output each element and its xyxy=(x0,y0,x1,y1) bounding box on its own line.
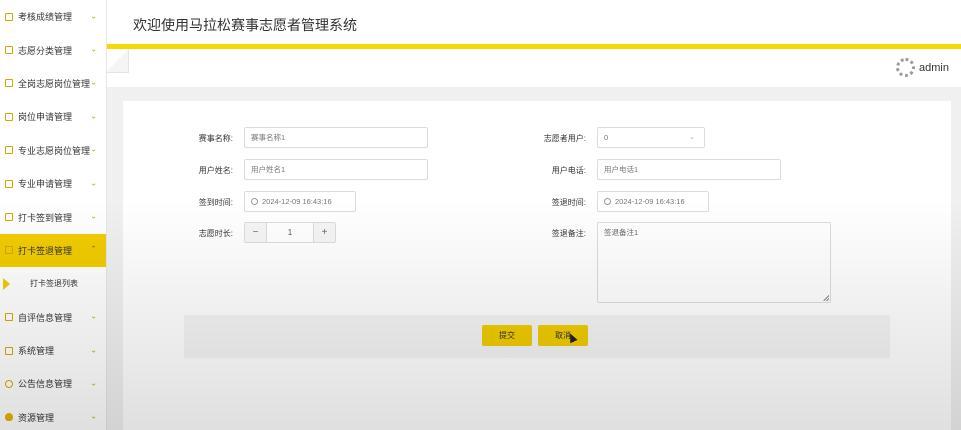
document-icon xyxy=(5,313,13,322)
cancel-button[interactable]: 取消 xyxy=(538,325,588,346)
top-header: 欢迎使用马拉松赛事志愿者管理系统 xyxy=(107,0,961,44)
sidebar-item-checkin[interactable]: 打卡签到管理 ⌄ xyxy=(0,200,106,233)
checkout-remark-textarea[interactable]: 签退备注1 xyxy=(597,222,831,303)
checkin-time-picker[interactable]: 2024-12-09 16:43:16 xyxy=(244,191,356,212)
volunteer-hours-label: 志愿时长: xyxy=(198,229,233,238)
chevron-down-icon: ⌄ xyxy=(90,345,97,355)
sidebar-item-volunteer-category[interactable]: 志愿分类管理 ⌄ xyxy=(0,33,106,66)
user-menu[interactable]: admin xyxy=(896,58,949,77)
chevron-down-icon: ⌄ xyxy=(90,111,97,121)
submit-button[interactable]: 提交 xyxy=(482,325,532,346)
chevron-down-icon: ⌄ xyxy=(90,78,97,88)
sidebar-subitem-checkout-list[interactable]: 打卡签退列表 xyxy=(0,267,106,301)
sidebar-item-resources[interactable]: 资源管理 ⌄ xyxy=(0,401,106,430)
checkout-remark-value: 签退备注1 xyxy=(604,228,639,237)
document-icon xyxy=(5,179,13,188)
chevron-down-icon: ⌄ xyxy=(90,211,97,221)
sidebar-item-label: 志愿分类管理 xyxy=(18,45,73,56)
checkout-time-picker[interactable]: 2024-12-09 16:43:16 xyxy=(597,191,709,212)
sidebar-item-professional-volunteer-posts[interactable]: 专业志愿岗位管理 ⌄ xyxy=(0,134,106,167)
user-name-input[interactable]: 用户姓名1 xyxy=(244,159,428,180)
sidebar-item-label: 专业志愿岗位管理 xyxy=(18,145,91,156)
checkout-remark-label: 签退备注: xyxy=(551,229,586,238)
sidebar: 考核成绩管理 ⌄ 志愿分类管理 ⌄ 全岗志愿岗位管理 ⌄ 岗位申请管理 ⌄ 专业… xyxy=(0,0,107,430)
sidebar-item-post-applications[interactable]: 岗位申请管理 ⌄ xyxy=(0,100,106,133)
sidebar-item-label: 全岗志愿岗位管理 xyxy=(18,78,91,89)
document-icon xyxy=(5,146,13,155)
chevron-down-icon: ⌄ xyxy=(90,44,97,54)
chevron-down-icon: ⌄ xyxy=(90,311,97,321)
event-name-label: 赛事名称: xyxy=(198,134,233,143)
sidebar-item-label: 系统管理 xyxy=(18,346,55,357)
notice-icon xyxy=(5,379,13,388)
volunteer-user-value: 0 xyxy=(604,133,609,142)
user-name-label: 用户姓名: xyxy=(198,166,233,175)
chevron-down-icon: ⌄ xyxy=(90,178,97,188)
document-icon xyxy=(5,246,13,255)
sidebar-item-label: 资源管理 xyxy=(18,412,55,423)
sidebar-item-professional-applications[interactable]: 专业申请管理 ⌄ xyxy=(0,167,106,200)
clock-icon xyxy=(604,198,611,205)
active-indicator-icon xyxy=(3,277,10,290)
sidebar-item-announcements[interactable]: 公告信息管理 ⌄ xyxy=(0,367,106,400)
chevron-down-icon: ⌄ xyxy=(90,411,97,421)
checkout-time-value: 2024-12-09 16:43:16 xyxy=(615,197,685,206)
sidebar-item-label: 公告信息管理 xyxy=(18,379,73,390)
checkin-time-label: 签到时间: xyxy=(198,198,233,207)
sidebar-item-label: 专业申请管理 xyxy=(18,179,73,190)
clock-icon xyxy=(251,198,258,205)
decrement-button[interactable]: − xyxy=(245,223,266,242)
page-title: 欢迎使用马拉松赛事志愿者管理系统 xyxy=(133,17,357,33)
settings-icon xyxy=(5,346,13,355)
chevron-down-icon: ⌄ xyxy=(90,11,97,21)
user-phone-label: 用户电话: xyxy=(551,166,586,175)
checkin-time-value: 2024-12-09 16:43:16 xyxy=(262,197,332,206)
volunteer-user-select[interactable]: 0 ⌄ xyxy=(597,127,705,148)
increment-button[interactable]: + xyxy=(314,223,335,242)
form-panel: 赛事名称: 赛事名称1 志愿者用户: 0 ⌄ 用户姓名: 用户姓名1 用户电话:… xyxy=(123,101,951,430)
bulb-icon xyxy=(5,413,13,422)
sidebar-item-label: 岗位申请管理 xyxy=(18,112,73,123)
sidebar-item-label: 打卡签退管理 xyxy=(18,245,73,256)
resize-handle-icon[interactable] xyxy=(823,295,829,301)
checkout-time-label: 签退时间: xyxy=(551,198,586,207)
volunteer-user-label: 志愿者用户: xyxy=(543,134,586,143)
avatar xyxy=(896,58,916,77)
sidebar-item-self-evaluation[interactable]: 自评信息管理 ⌄ xyxy=(0,301,106,334)
volunteer-hours-value[interactable]: 1 xyxy=(266,223,314,242)
volunteer-hours-stepper: − 1 + xyxy=(244,222,336,243)
sidebar-toggle-button[interactable] xyxy=(107,49,129,73)
chevron-down-icon: ⌄ xyxy=(90,144,97,154)
sidebar-item-checkout[interactable]: 打卡签退管理 ⌃ xyxy=(0,233,106,268)
chevron-up-icon: ⌃ xyxy=(90,245,97,255)
sidebar-item-general-volunteer-posts[interactable]: 全岗志愿岗位管理 ⌄ xyxy=(0,67,106,100)
sidebar-subitem-label: 打卡签退列表 xyxy=(30,279,78,289)
document-icon xyxy=(5,112,13,121)
document-icon xyxy=(5,12,13,21)
user-name: admin xyxy=(919,61,949,74)
toolbar: admin xyxy=(107,49,961,87)
sidebar-item-system[interactable]: 系统管理 ⌄ xyxy=(0,334,106,367)
sidebar-item-assessment-scores[interactable]: 考核成绩管理 ⌄ xyxy=(0,0,106,33)
chevron-down-icon: ⌄ xyxy=(689,134,695,141)
sidebar-item-label: 自评信息管理 xyxy=(18,312,73,323)
event-name-input[interactable]: 赛事名称1 xyxy=(244,127,428,148)
document-icon xyxy=(5,46,13,55)
sidebar-item-label: 打卡签到管理 xyxy=(18,212,73,223)
form-actions: 提交 取消 xyxy=(184,315,890,358)
document-icon xyxy=(5,213,13,222)
user-phone-input[interactable]: 用户电话1 xyxy=(597,159,781,180)
document-icon xyxy=(5,79,13,88)
sidebar-item-label: 考核成绩管理 xyxy=(18,12,73,23)
chevron-down-icon: ⌄ xyxy=(90,378,97,388)
